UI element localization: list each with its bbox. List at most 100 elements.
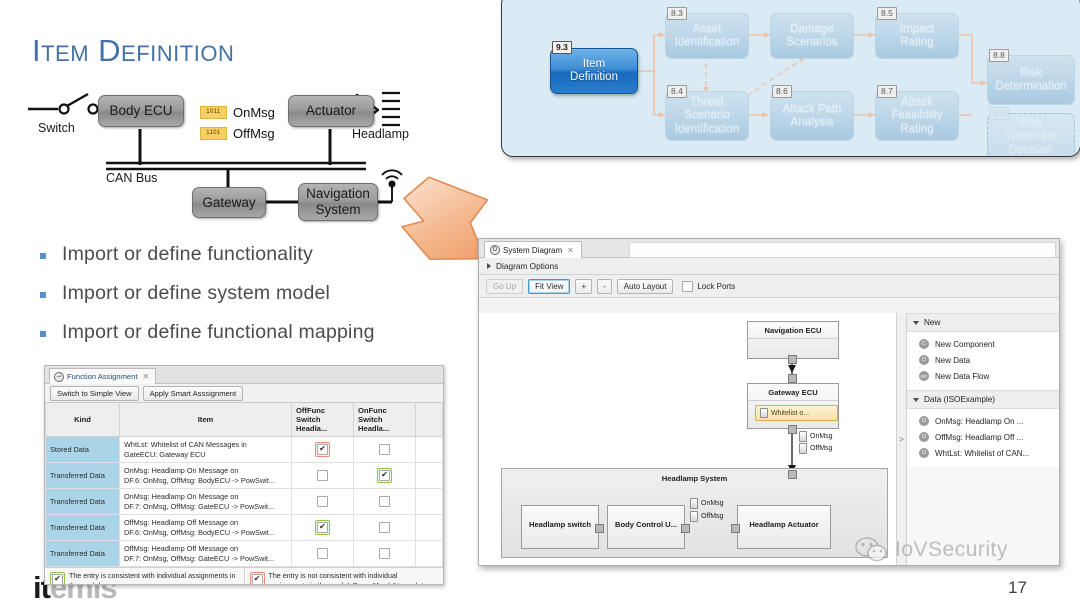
data-icon: D	[919, 355, 929, 365]
system-diagram-toolbar: Go Up Fit View + - Auto Layout Lock Port…	[479, 275, 1059, 298]
port[interactable]	[788, 355, 797, 364]
auto-layout-button[interactable]: Auto Layout	[616, 278, 674, 294]
port[interactable]	[731, 524, 740, 533]
palette-section-data-label: Data (ISOExample)	[924, 395, 995, 404]
palette-item-new-data-flow[interactable]: DF New Data Flow	[907, 368, 1059, 384]
iso-node-risk-determination[interactable]: Risk Determination	[987, 55, 1075, 105]
panel-splitter[interactable]: >	[897, 313, 907, 565]
iso-node-item-definition[interactable]: Item Definition	[550, 48, 638, 94]
onfunc-checkbox[interactable]	[379, 469, 390, 481]
palette-item-onmsg[interactable]: D OnMsg: Headlamp On ...	[907, 413, 1059, 429]
offfunc-checkbox[interactable]	[317, 470, 328, 481]
onfunc-checkbox[interactable]	[379, 444, 390, 455]
cell-offfunc[interactable]	[291, 514, 354, 541]
palette-item-new-component[interactable]: C New Component	[907, 336, 1059, 352]
diagram-options-label: Diagram Options	[496, 261, 559, 271]
legend-consistent: The entry is consistent with individual …	[45, 568, 244, 584]
close-icon[interactable]: ✕	[567, 246, 574, 255]
tab-label: System Diagram	[503, 245, 563, 255]
body-control-unit-node[interactable]: Body Control U...	[607, 505, 685, 549]
iso-tag-8-8: 8.8	[989, 49, 1009, 62]
iso-node-damage-scenarios[interactable]: Damage Scenarios	[770, 13, 854, 59]
table-row[interactable]: Stored Data WhtLst: Whitelist of CAN Mes…	[45, 436, 443, 463]
column-header-item[interactable]: Item	[119, 402, 292, 437]
page-title: Item Definition	[32, 33, 235, 68]
navigation-ecu-node[interactable]: Navigation ECU	[747, 321, 839, 359]
offfunc-checkbox[interactable]	[317, 496, 328, 507]
item-line1: OnMsg: Headlamp On Message on	[124, 466, 239, 476]
offfunc-checkbox[interactable]	[317, 548, 328, 559]
bullet-text: Import or define system model	[62, 282, 331, 304]
cell-onfunc[interactable]	[353, 540, 416, 567]
port[interactable]	[788, 425, 797, 434]
onfunc-checkbox[interactable]	[379, 522, 390, 533]
cell-onfunc[interactable]	[353, 514, 416, 541]
cell-item: OffMsg: Headlamp Off Message on DF.7: On…	[119, 540, 292, 567]
go-up-button[interactable]: Go Up	[486, 278, 524, 294]
palette-section-new[interactable]: New	[907, 313, 1059, 332]
fit-view-button[interactable]: Fit View	[528, 278, 571, 294]
whitelist-chip[interactable]: Whitelist o...	[755, 405, 838, 421]
flow-label-onmsg-2: OnMsg	[690, 498, 724, 509]
cell-offfunc[interactable]	[291, 540, 354, 567]
cell-offfunc[interactable]	[291, 488, 354, 515]
table-row[interactable]: Transferred Data OffMsg: Headlamp Off Me…	[45, 540, 443, 567]
offfunc-checkbox[interactable]	[317, 443, 328, 455]
onfunc-checkbox[interactable]	[379, 496, 390, 507]
iso-tag-8-7: 8.7	[877, 85, 897, 98]
cell-offfunc[interactable]	[291, 462, 354, 489]
message-offmsg: 1101 OffMsg	[200, 125, 275, 141]
data-flow-icon: ⇀	[54, 371, 64, 382]
zoom-out-button[interactable]: -	[597, 278, 612, 294]
port[interactable]	[788, 470, 797, 479]
palette-item-new-data[interactable]: D New Data	[907, 352, 1059, 368]
apply-smart-assignment-button[interactable]: Apply Smart Asssignment	[142, 385, 244, 401]
palette-item-whtlst[interactable]: D WhtLst: Whitelist of CAN...	[907, 445, 1059, 461]
headlamp-actuator-node[interactable]: Headlamp Actuator	[737, 505, 831, 549]
iso-tag-8-3: 8.3	[667, 7, 687, 20]
navigation-system-node: Navigation System	[298, 183, 378, 221]
function-assignment-tabbar: ⇀ Function Assignment ✕	[45, 366, 443, 384]
iso-node-attack-path-analysis[interactable]: Attack Path Analysis	[770, 91, 854, 141]
zoom-in-button[interactable]: +	[575, 278, 593, 294]
item-line2: DF.6: OnMsg, OffMsg: BodyECU -> PowSwit.…	[124, 475, 275, 485]
palette-item-offmsg[interactable]: D OffMsg: Headlamp Off ...	[907, 429, 1059, 445]
item-line1: OnMsg: Headlamp On Message on	[124, 492, 239, 502]
onfunc-checkbox[interactable]	[379, 548, 390, 559]
table-row[interactable]: Transferred Data OffMsg: Headlamp Off Me…	[45, 514, 443, 541]
cell-onfunc[interactable]	[353, 436, 416, 463]
headlamp-switch-node[interactable]: Headlamp switch	[521, 505, 599, 549]
switch-to-simple-view-button[interactable]: Switch to Simple View	[50, 385, 139, 401]
cell-kind: Transferred Data	[45, 514, 120, 541]
port[interactable]	[681, 524, 690, 533]
diagram-canvas[interactable]: Navigation ECU Gateway ECU Whitelist o..…	[479, 313, 897, 565]
item-schematic: Switch Body ECU Actuator Headlamp CAN Bu…	[20, 85, 450, 230]
cell-item: WhtLst: Whitelist of CAN Messages in Gat…	[119, 436, 292, 463]
offfunc-checkbox[interactable]	[317, 521, 328, 533]
lock-ports-checkbox[interactable]	[682, 280, 694, 292]
iso-node-label: Threat Scenario Identification	[674, 96, 740, 135]
watermark: IoVSecurity	[855, 536, 1008, 564]
iso-node-attack-feasibility-rating[interactable]: Attack Feasibility Rating	[875, 91, 959, 141]
cell-offfunc[interactable]	[291, 436, 354, 463]
tab-function-assignment[interactable]: ⇀ Function Assignment ✕	[49, 368, 157, 384]
checkbox-wrapper	[378, 547, 391, 560]
port[interactable]	[788, 374, 797, 383]
iso-node-threat-scenario-identification[interactable]: Threat Scenario Identification	[665, 91, 749, 141]
diagram-options-bar[interactable]: Diagram Options	[479, 258, 1059, 275]
cell-onfunc[interactable]	[353, 488, 416, 515]
column-header-offfunc[interactable]: OffFunc Switch Headla...	[291, 402, 354, 437]
table-row[interactable]: Transferred Data OnMsg: Headlamp On Mess…	[45, 488, 443, 515]
item-line2: DF.6: OnMsg, OffMsg: BodyECU -> PowSwit.…	[124, 527, 275, 537]
column-header-kind[interactable]: Kind	[45, 402, 120, 437]
lock-ports-control[interactable]: Lock Ports	[682, 280, 735, 292]
cell-onfunc[interactable]	[353, 462, 416, 489]
checkbox-wrapper	[315, 442, 330, 457]
palette-section-data[interactable]: Data (ISOExample)	[907, 390, 1059, 409]
port[interactable]	[595, 524, 604, 533]
function-assignment-toolbar: Switch to Simple View Apply Smart Asssig…	[45, 384, 443, 402]
close-icon[interactable]: ✕	[143, 372, 150, 381]
column-header-onfunc[interactable]: OnFunc Switch Headla...	[353, 402, 416, 437]
tab-system-diagram[interactable]: D System Diagram ✕	[484, 241, 582, 258]
table-row[interactable]: Transferred Data OnMsg: Headlamp On Mess…	[45, 462, 443, 489]
